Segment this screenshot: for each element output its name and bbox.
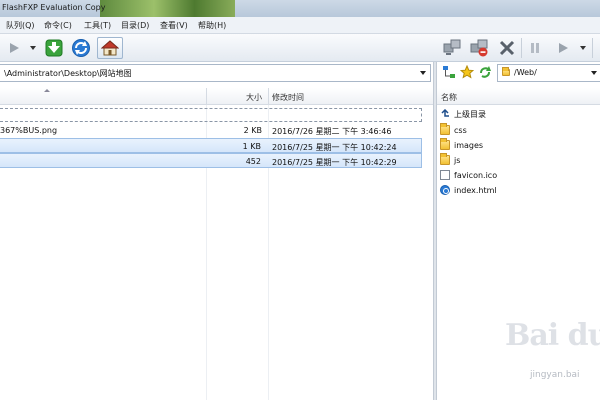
star-icon[interactable] xyxy=(459,64,475,81)
desktop-background-strip xyxy=(100,0,235,17)
remote-path-combobox[interactable]: /Web/ xyxy=(497,64,600,82)
table-row[interactable]: 367%BUS.png 2 KB 2016/7/26 星期二 下午 3:46:4… xyxy=(0,123,422,138)
parent-directory-item[interactable]: 上级目录 xyxy=(440,107,486,121)
file-size: 452 xyxy=(245,157,261,166)
ftp-client-window: FlashFXP Evaluation Copy 队列(Q) 命令(C) 工具(… xyxy=(0,0,600,400)
pause-icon[interactable] xyxy=(527,37,543,59)
remote-path-wrap: /Web/ xyxy=(502,67,537,77)
menu-directory[interactable]: 目录(D) xyxy=(121,20,149,31)
folder-icon xyxy=(440,138,450,150)
list-item[interactable]: favicon.ico xyxy=(440,168,497,182)
file-modified: 2016/7/26 星期二 下午 3:46:46 xyxy=(272,127,392,136)
file-name: 367%BUS.png xyxy=(0,126,58,135)
menu-help[interactable]: 帮助(H) xyxy=(198,20,226,31)
folder-icon xyxy=(502,67,510,76)
folder-icon xyxy=(440,153,450,165)
item-name: images xyxy=(454,140,484,150)
remote-column-header: 名称 xyxy=(437,88,600,105)
local-path-combobox[interactable]: \Administrator\Desktop\网站地图 xyxy=(0,64,431,82)
column-divider[interactable] xyxy=(268,88,269,105)
list-item[interactable]: js xyxy=(440,153,460,167)
file-modified: 2016/7/25 星期一 下午 10:42:24 xyxy=(272,143,397,152)
watermark-logo: Bai du xyxy=(505,318,600,353)
item-name: index.html xyxy=(454,185,497,195)
chevron-down-icon[interactable] xyxy=(30,46,36,50)
list-item[interactable]: index.html xyxy=(440,183,497,197)
table-row[interactable]: 452 2016/7/25 星期一 下午 10:42:29 xyxy=(0,153,422,168)
html-file-icon xyxy=(440,185,450,195)
home-icon[interactable] xyxy=(97,37,123,59)
menu-queue[interactable]: 队列(Q) xyxy=(6,20,35,31)
abort-icon[interactable] xyxy=(497,37,517,59)
connect-icon[interactable] xyxy=(442,37,462,59)
file-modified: 2016/7/25 星期一 下午 10:42:29 xyxy=(272,158,397,167)
local-file-list[interactable]: 367%BUS.png 2 KB 2016/7/26 星期二 下午 3:46:4… xyxy=(0,105,433,400)
chevron-down-icon[interactable] xyxy=(591,71,597,75)
remote-file-list[interactable]: 上级目录 css images js favicon.ico index.htm… xyxy=(437,105,600,400)
toolbar-separator xyxy=(592,38,593,58)
menu-bar: 队列(Q) 命令(C) 工具(T) 目录(D) 查看(V) 帮助(H) xyxy=(0,17,600,34)
parent-directory-label: 上级目录 xyxy=(454,109,486,119)
download-icon[interactable] xyxy=(42,37,66,59)
file-size: 2 KB xyxy=(243,126,262,135)
toolbar xyxy=(0,34,600,62)
sort-ascending-icon xyxy=(44,89,50,92)
play-icon[interactable] xyxy=(555,37,571,59)
title-bar: FlashFXP Evaluation Copy xyxy=(0,0,600,17)
column-modified[interactable]: 修改时间 xyxy=(272,92,304,103)
table-row[interactable]: 1 KB 2016/7/25 星期一 下午 10:42:24 xyxy=(0,138,422,153)
file-icon xyxy=(440,170,450,180)
menu-view[interactable]: 查看(V) xyxy=(160,20,188,31)
toolbar-separator xyxy=(521,38,522,58)
play-icon[interactable] xyxy=(6,37,22,59)
list-item[interactable]: images xyxy=(440,138,483,152)
item-name: css xyxy=(454,125,467,135)
list-item[interactable]: css xyxy=(440,123,467,137)
folder-icon xyxy=(440,123,450,135)
inline-edit-row[interactable] xyxy=(0,108,422,122)
remote-nav-tools xyxy=(440,64,495,82)
item-name: js xyxy=(454,155,461,165)
refresh-icon[interactable] xyxy=(478,65,492,81)
parent-directory-icon xyxy=(440,108,450,119)
chevron-down-icon[interactable] xyxy=(420,71,426,75)
menu-tools[interactable]: 工具(T) xyxy=(84,20,111,31)
sitemap-icon[interactable] xyxy=(442,65,456,81)
column-divider[interactable] xyxy=(206,88,207,105)
local-path: \Administrator\Desktop\网站地图 xyxy=(4,69,132,78)
item-name: favicon.ico xyxy=(454,170,498,180)
local-column-header: 大小 修改时间 xyxy=(0,88,433,105)
menu-command[interactable]: 命令(C) xyxy=(44,20,72,31)
column-name[interactable]: 名称 xyxy=(441,92,457,103)
remote-path: /Web/ xyxy=(514,68,537,77)
chevron-down-icon[interactable] xyxy=(580,46,586,50)
watermark-url: jingyan.bai xyxy=(530,370,580,380)
column-size[interactable]: 大小 xyxy=(246,92,262,103)
file-size: 1 KB xyxy=(242,142,261,151)
refresh-icon[interactable] xyxy=(70,37,92,59)
window-title: FlashFXP Evaluation Copy xyxy=(2,3,106,12)
disconnect-icon[interactable] xyxy=(468,37,490,59)
